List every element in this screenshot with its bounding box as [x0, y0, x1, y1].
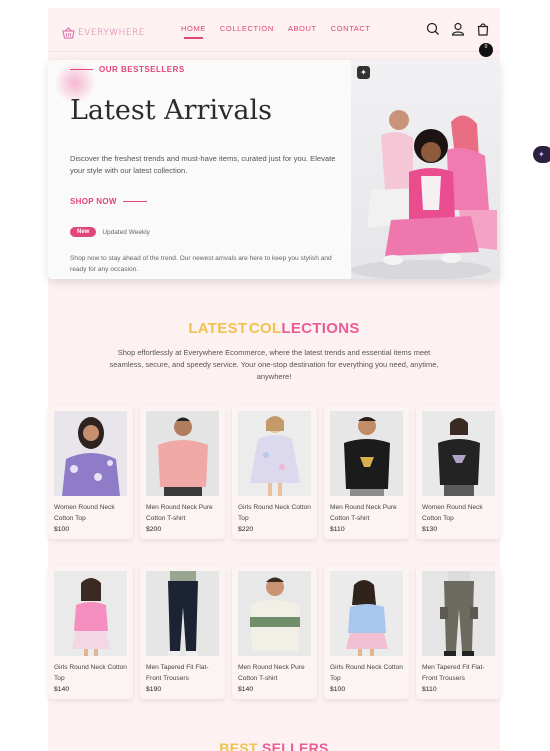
brand-logo[interactable]: EVERYWHERE [62, 27, 145, 39]
product-image [238, 411, 311, 496]
bestsellers-title-part1: BEST [219, 740, 258, 751]
product-price: $100 [330, 686, 346, 693]
product-card[interactable]: Men Tapered Fit Flat-Front Trousers $110 [416, 565, 501, 699]
product-image [146, 571, 219, 656]
hero-eyebrow: OUR BESTSELLERS [70, 65, 185, 74]
product-name: Men Tapered Fit Flat-Front Trousers [146, 664, 209, 682]
collections-title: LATEST COLLECTIONS [48, 320, 500, 337]
product-image [146, 411, 219, 496]
product-card[interactable]: Men Round Neck Pure Cotton T-shirt $140 [232, 565, 317, 699]
shop-now-button[interactable]: SHOP NOW [70, 197, 147, 206]
product-price: $110 [330, 526, 345, 533]
product-card[interactable]: Girls Round Neck Cotton Top $100 [324, 565, 409, 699]
collections-title-part2a: COL [248, 320, 282, 337]
product-image [238, 571, 311, 656]
product-card[interactable]: Men Tapered Fit Flat-Front Trousers $190 [140, 565, 225, 699]
search-icon[interactable] [426, 22, 440, 36]
product-name: Girls Round Neck Cotton Top [54, 664, 127, 682]
nav-icons: 0 [426, 22, 493, 57]
product-price: $190 [146, 686, 162, 693]
product-name: Girls Round Neck Cotton Top [238, 504, 311, 522]
product-image [422, 571, 495, 656]
basket-icon [62, 27, 75, 39]
assistant-widget-icon[interactable]: ✦ [533, 146, 550, 163]
badge-text: Updated Weekly [102, 228, 150, 236]
nav-link-contact[interactable]: CONTACT [331, 24, 371, 33]
product-price: $100 [54, 526, 70, 533]
nav-link-home[interactable]: HOME [181, 24, 206, 39]
hero-title: Latest Arrivals [70, 95, 272, 126]
new-badge: New [70, 227, 97, 237]
nav-link-collection[interactable]: COLLECTION [220, 24, 274, 33]
bestsellers-title-part2: SELLERS [262, 740, 329, 751]
product-price: $110 [422, 686, 437, 693]
product-name: Men Round Neck Pure Cotton T-shirt [146, 504, 213, 522]
product-price: $220 [238, 526, 254, 533]
product-card[interactable]: Men Round Neck Pure Cotton T-shirt $110 [324, 405, 409, 539]
product-price: $200 [146, 526, 162, 533]
cart-count-badge: 0 [479, 43, 493, 57]
collections-title-part2b: LECTIONS [281, 320, 360, 337]
product-card[interactable]: Girls Round Neck Cotton Top $220 [232, 405, 317, 539]
product-name: Girls Round Neck Cotton Top [330, 664, 403, 682]
product-name: Men Round Neck Pure Cotton T-shirt [330, 504, 397, 522]
product-name: Men Round Neck Pure Cotton T-shirt [238, 664, 305, 682]
hero-banner: OUR BESTSELLERS Latest Arrivals Discover… [48, 60, 500, 279]
nav-link-about[interactable]: ABOUT [288, 24, 317, 33]
product-image [422, 411, 495, 496]
product-card[interactable]: Girls Round Neck Cotton Top $140 [48, 565, 133, 699]
product-card[interactable]: Men Round Neck Pure Cotton T-shirt $200 [140, 405, 225, 539]
product-image [330, 571, 403, 656]
brand-name: EVERYWHERE [78, 28, 145, 38]
product-card[interactable]: Women Round Neck Cotton Top $100 [48, 405, 133, 539]
product-name: Men Tapered Fit Flat-Front Trousers [422, 664, 485, 682]
cart-icon[interactable]: 0 [476, 22, 493, 57]
bestsellers-title: BEST SELLERS [48, 740, 500, 751]
product-image [330, 411, 403, 496]
product-image [54, 411, 127, 496]
product-image [54, 571, 127, 656]
product-price: $140 [238, 686, 254, 693]
user-icon[interactable] [451, 22, 465, 36]
product-price: $130 [422, 526, 438, 533]
collections-title-part1: LATEST [188, 320, 248, 337]
nav-links: HOME COLLECTION ABOUT CONTACT [181, 24, 371, 39]
hero-image [351, 60, 500, 279]
product-name: Women Round Neck Cotton Top [54, 504, 115, 522]
collections-description: Shop effortlessly at Everywhere Ecommerc… [109, 348, 439, 381]
product-price: $140 [54, 686, 70, 693]
product-name: Women Round Neck Cotton Top [422, 504, 483, 522]
hero-description: Discover the freshest trends and must-ha… [70, 154, 336, 175]
top-navbar: EVERYWHERE HOME COLLECTION ABOUT CONTACT… [48, 8, 500, 57]
badge-row: New Updated Weekly [70, 227, 150, 237]
product-card[interactable]: Women Round Neck Cotton Top $130 [416, 405, 501, 539]
hero-note: Shop now to stay ahead of the trend. Our… [70, 255, 332, 273]
sparkle-icon[interactable]: ✦ [357, 66, 370, 79]
